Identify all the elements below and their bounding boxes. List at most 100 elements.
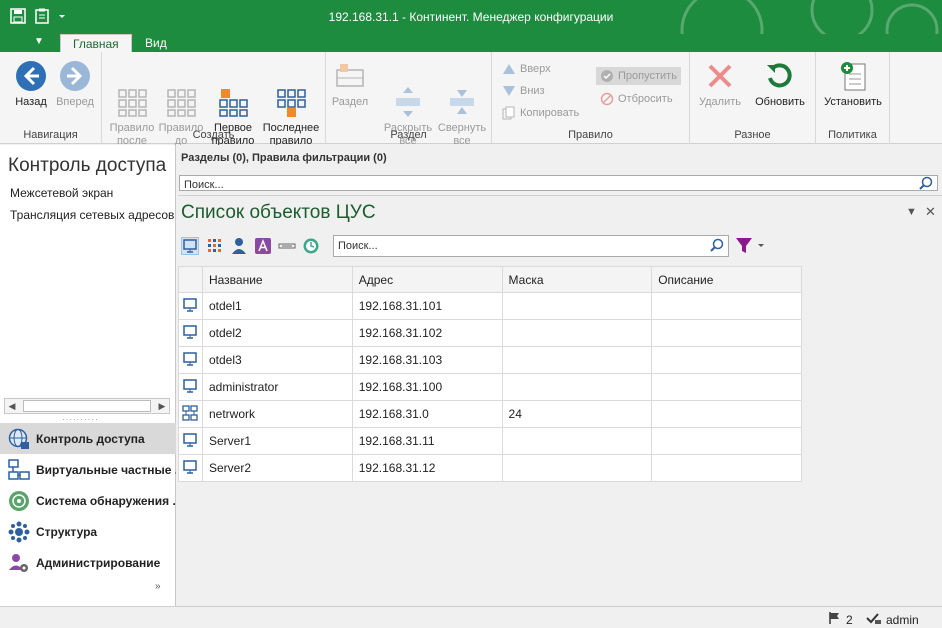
admin-user-icon xyxy=(8,552,30,574)
cell-address: 192.168.31.0 xyxy=(351,400,503,428)
host-icon xyxy=(178,454,203,482)
install-button[interactable]: Установить xyxy=(820,60,886,109)
cell-name: otdel3 xyxy=(201,346,353,374)
rule-before-icon xyxy=(165,73,197,117)
horizontal-scrollbar[interactable]: ◀ ▶ xyxy=(4,398,170,414)
cell-mask xyxy=(501,427,653,455)
nav-access-control[interactable]: Контроль доступа xyxy=(0,423,176,454)
globe-lock-icon xyxy=(8,428,30,450)
cell-address: 192.168.31.102 xyxy=(351,319,503,347)
group-label-policy: Политика xyxy=(828,129,877,141)
search-icon[interactable] xyxy=(919,176,934,191)
status-user[interactable]: admin xyxy=(866,611,919,628)
nav-structure[interactable]: Структура xyxy=(0,516,176,547)
status-flags[interactable]: 2 xyxy=(828,611,853,628)
services-filter-icon[interactable] xyxy=(206,237,224,255)
nav-ids[interactable]: Система обнаружения ... xyxy=(0,485,176,516)
panel-menu-icon[interactable]: ▼ xyxy=(906,206,917,218)
table-row[interactable]: otdel2 192.168.31.102 xyxy=(178,319,802,347)
objects-table: Название Адрес Маска Описание otdel1 192… xyxy=(178,266,802,482)
host-icon xyxy=(178,427,203,455)
refresh-icon xyxy=(764,60,796,92)
cell-mask xyxy=(501,292,653,320)
sections-summary: Разделы (0), Правила фильтрации (0) xyxy=(181,152,387,164)
group-label-misc: Разное xyxy=(734,129,771,141)
users-filter-icon[interactable] xyxy=(230,237,248,255)
table-row[interactable]: Server1 192.168.31.11 xyxy=(178,427,802,455)
structure-icon xyxy=(8,521,30,543)
refresh-button[interactable]: Обновить xyxy=(750,60,810,109)
move-down-button[interactable]: Вниз xyxy=(502,82,545,100)
copy-button[interactable]: Копировать xyxy=(502,104,579,122)
section-button[interactable]: Раздел xyxy=(328,60,372,109)
nav-administration[interactable]: Администрирование xyxy=(0,547,176,578)
objects-search-input[interactable] xyxy=(338,238,706,253)
table-row[interactable]: otdel1 192.168.31.101 xyxy=(178,292,802,320)
ports-filter-icon[interactable] xyxy=(278,237,296,255)
collapse-all-icon xyxy=(446,73,478,114)
forward-arrow-icon xyxy=(59,60,91,92)
nav-vpn[interactable]: Виртуальные частные ... xyxy=(0,454,176,485)
arrow-up-icon xyxy=(502,62,516,76)
cell-address: 192.168.31.100 xyxy=(351,373,503,401)
rules-search-input[interactable] xyxy=(184,177,915,192)
nav-pane-overflow-icon[interactable]: » xyxy=(155,581,161,592)
scroll-right-icon[interactable]: ▶ xyxy=(155,399,169,413)
cell-description xyxy=(651,454,802,482)
cell-name: otdel2 xyxy=(201,319,353,347)
expand-all-icon xyxy=(392,73,424,117)
panel-close-icon[interactable]: ✕ xyxy=(925,204,936,220)
cell-name: otdel1 xyxy=(201,292,353,320)
host-icon xyxy=(178,319,203,347)
group-label-section: Раздел xyxy=(390,129,427,141)
column-header-address[interactable]: Адрес xyxy=(351,266,503,293)
forward-button[interactable]: Вперед xyxy=(52,60,98,109)
scroll-left-icon[interactable]: ◀ xyxy=(5,399,19,413)
last-rule-icon xyxy=(275,73,307,117)
table-row[interactable]: Server2 192.168.31.12 xyxy=(178,454,802,482)
group-label-rule: Правило xyxy=(568,129,613,141)
first-rule-icon xyxy=(217,73,249,117)
schedule-filter-icon[interactable] xyxy=(302,237,320,255)
column-header-name[interactable]: Название xyxy=(201,266,353,293)
section-icon xyxy=(334,60,366,92)
applications-filter-icon[interactable] xyxy=(254,237,272,255)
table-row[interactable]: netrwork 192.168.31.0 24 xyxy=(178,400,802,428)
filter-funnel-icon[interactable] xyxy=(735,237,765,255)
left-panel-title: Контроль доступа xyxy=(8,155,167,176)
ribbon-group-misc: Удалить Обновить Разное xyxy=(690,52,816,144)
table-row[interactable]: otdel3 192.168.31.103 xyxy=(178,346,802,374)
pass-icon xyxy=(600,69,614,83)
column-header-description[interactable]: Описание xyxy=(651,266,802,293)
app-menu-button[interactable]: ▼ xyxy=(34,36,44,47)
move-up-button[interactable]: Вверх xyxy=(502,60,551,78)
tab-view[interactable]: Вид xyxy=(133,34,179,52)
title-pattern-decoration xyxy=(680,0,939,34)
cell-description xyxy=(651,319,802,347)
tab-home[interactable]: Главная xyxy=(60,34,132,52)
search-icon[interactable] xyxy=(710,238,725,253)
scroll-thumb[interactable] xyxy=(23,400,151,412)
objects-search-box xyxy=(333,235,729,257)
drop-button[interactable]: Отбросить xyxy=(600,90,673,108)
ribbon-group-section: Раздел Раскрыть все Свернуть все Раздел xyxy=(326,52,492,147)
ribbon-group-create: Правило после Правило до Первое правило … xyxy=(102,52,326,147)
delete-x-icon xyxy=(704,60,736,92)
column-header-mask[interactable]: Маска xyxy=(501,266,653,293)
pass-button[interactable]: Пропустить xyxy=(596,67,681,85)
host-icon xyxy=(178,373,203,401)
rules-search-box xyxy=(179,175,938,192)
cell-name: netrwork xyxy=(201,400,353,428)
cell-name: Server2 xyxy=(201,454,353,482)
tree-item-firewall[interactable]: Межсетевой экран xyxy=(10,186,113,200)
table-row[interactable]: administrator 192.168.31.100 xyxy=(178,373,802,401)
flag-icon xyxy=(828,611,842,628)
cell-description xyxy=(651,346,802,374)
ribbon-tab-strip: ▼ Главная Вид xyxy=(0,34,942,52)
host-icon xyxy=(178,346,203,374)
cell-description xyxy=(651,400,802,428)
tree-item-nat[interactable]: Трансляция сетевых адресов xyxy=(10,208,174,222)
back-button[interactable]: Назад xyxy=(8,60,54,109)
delete-button[interactable]: Удалить xyxy=(694,60,746,109)
hosts-filter-icon[interactable] xyxy=(181,237,199,255)
